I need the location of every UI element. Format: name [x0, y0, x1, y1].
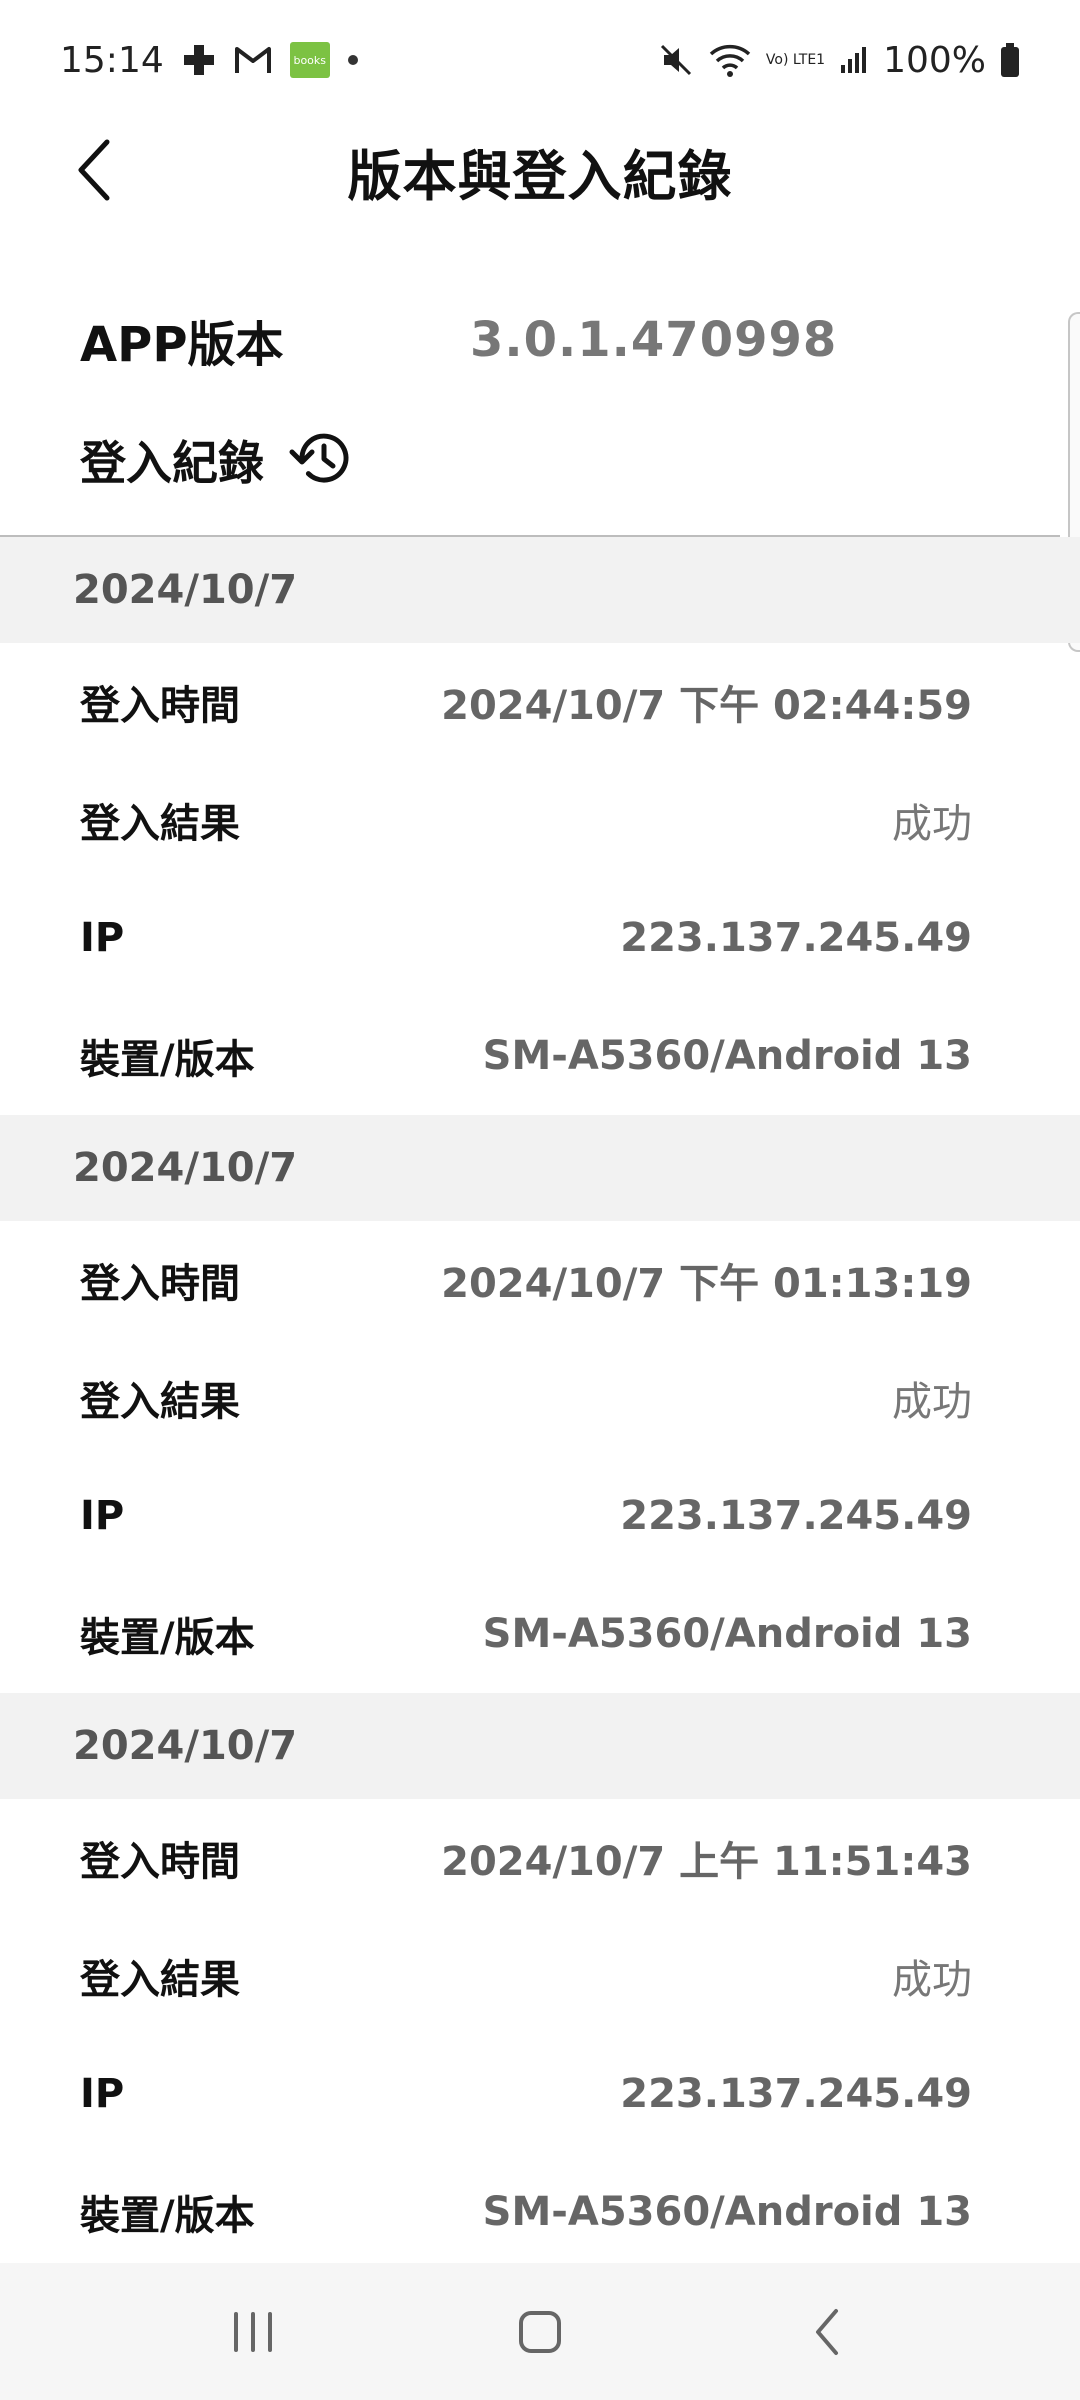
- home-icon: [518, 2310, 561, 2353]
- status-bar-left: 15:14 books: [60, 40, 358, 81]
- volte-icon: Vo) LTE1: [765, 52, 826, 68]
- history-icon[interactable]: [288, 428, 354, 492]
- signal-icon: [839, 45, 869, 75]
- login-time-label: 登入時間: [80, 1261, 240, 1307]
- login-result-label: 登入結果: [80, 1957, 240, 2003]
- ip-label: IP: [80, 2071, 125, 2117]
- wifi-icon: [708, 42, 752, 78]
- login-record-label: 登入紀錄: [80, 436, 264, 490]
- recents-icon: [234, 2311, 273, 2352]
- device-version-row: 裝置/版本 SM-A5360/Android 13: [0, 2153, 1080, 2271]
- device-version-value: SM-A5360/Android 13: [482, 1033, 972, 1079]
- login-time-value: 2024/10/7 下午 01:13:19: [441, 1261, 972, 1307]
- login-result-value: 成功: [892, 1379, 972, 1425]
- ip-label: IP: [80, 1493, 125, 1539]
- login-record-group: 2024/10/7 登入時間 2024/10/7 上午 11:51:43 登入結…: [0, 1693, 1080, 2271]
- login-time-label: 登入時間: [80, 1839, 240, 1885]
- ip-row: IP 223.137.245.49: [0, 879, 1080, 997]
- login-result-value: 成功: [892, 1957, 972, 2003]
- login-record-group: 2024/10/7 登入時間 2024/10/7 下午 01:13:19 登入結…: [0, 1115, 1080, 1693]
- app-version-row: APP版本 3.0.1.470998: [80, 300, 1000, 380]
- status-bar: 15:14 books Vo) LTE1 100%: [0, 0, 1080, 120]
- record-date-header: 2024/10/7: [0, 537, 1080, 643]
- device-version-row: 裝置/版本 SM-A5360/Android 13: [0, 997, 1080, 1115]
- ip-value: 223.137.245.49: [620, 2071, 972, 2117]
- home-button[interactable]: [480, 2287, 600, 2377]
- login-records-list[interactable]: 2024/10/7 登入時間 2024/10/7 下午 02:44:59 登入結…: [0, 537, 1080, 2271]
- login-result-row: 登入結果 成功: [0, 761, 1080, 879]
- login-result-label: 登入結果: [80, 801, 240, 847]
- ip-value: 223.137.245.49: [620, 1493, 972, 1539]
- medical-cross-icon: [182, 43, 216, 77]
- login-time-label: 登入時間: [80, 683, 240, 729]
- login-result-value: 成功: [892, 801, 972, 847]
- login-time-row: 登入時間 2024/10/7 下午 01:13:19: [0, 1221, 1080, 1339]
- books-app-icon: books: [289, 42, 330, 78]
- system-nav-bar: [0, 2263, 1080, 2400]
- nav-back-button[interactable]: [767, 2287, 887, 2377]
- ip-label: IP: [80, 915, 125, 961]
- recents-button[interactable]: [193, 2287, 313, 2377]
- app-version-value: 3.0.1.470998: [470, 312, 838, 368]
- login-time-row: 登入時間 2024/10/7 上午 11:51:43: [0, 1799, 1080, 1917]
- ip-value: 223.137.245.49: [620, 915, 972, 961]
- device-version-value: SM-A5360/Android 13: [482, 1611, 972, 1657]
- login-result-row: 登入結果 成功: [0, 1917, 1080, 2035]
- record-date-header: 2024/10/7: [0, 1693, 1080, 1799]
- app-version-label: APP版本: [80, 317, 284, 373]
- login-record-group: 2024/10/7 登入時間 2024/10/7 下午 02:44:59 登入結…: [0, 537, 1080, 1115]
- ip-row: IP 223.137.245.49: [0, 2035, 1080, 2153]
- gmail-icon: [234, 45, 272, 75]
- record-date-header: 2024/10/7: [0, 1115, 1080, 1221]
- login-time-row: 登入時間 2024/10/7 下午 02:44:59: [0, 643, 1080, 761]
- login-result-row: 登入結果 成功: [0, 1339, 1080, 1457]
- battery-icon: [1000, 42, 1020, 78]
- dot-icon: [347, 55, 358, 65]
- app-header: 版本與登入紀錄: [0, 120, 1080, 220]
- back-icon: [815, 2308, 838, 2355]
- device-version-label: 裝置/版本: [80, 2193, 255, 2239]
- battery-percent: 100%: [883, 39, 986, 81]
- login-result-label: 登入結果: [80, 1379, 240, 1425]
- device-version-row: 裝置/版本 SM-A5360/Android 13: [0, 1575, 1080, 1693]
- status-time: 15:14: [60, 39, 164, 81]
- page-title: 版本與登入紀錄: [347, 145, 733, 208]
- device-version-value: SM-A5360/Android 13: [482, 2189, 972, 2235]
- ip-row: IP 223.137.245.49: [0, 1457, 1080, 1575]
- login-record-header[interactable]: 登入紀錄: [80, 420, 354, 500]
- mute-icon: [658, 42, 694, 78]
- device-version-label: 裝置/版本: [80, 1037, 255, 1083]
- status-bar-right: Vo) LTE1 100%: [658, 40, 1020, 81]
- login-time-value: 2024/10/7 上午 11:51:43: [441, 1839, 972, 1885]
- login-time-value: 2024/10/7 下午 02:44:59: [441, 683, 972, 729]
- device-version-label: 裝置/版本: [80, 1615, 255, 1661]
